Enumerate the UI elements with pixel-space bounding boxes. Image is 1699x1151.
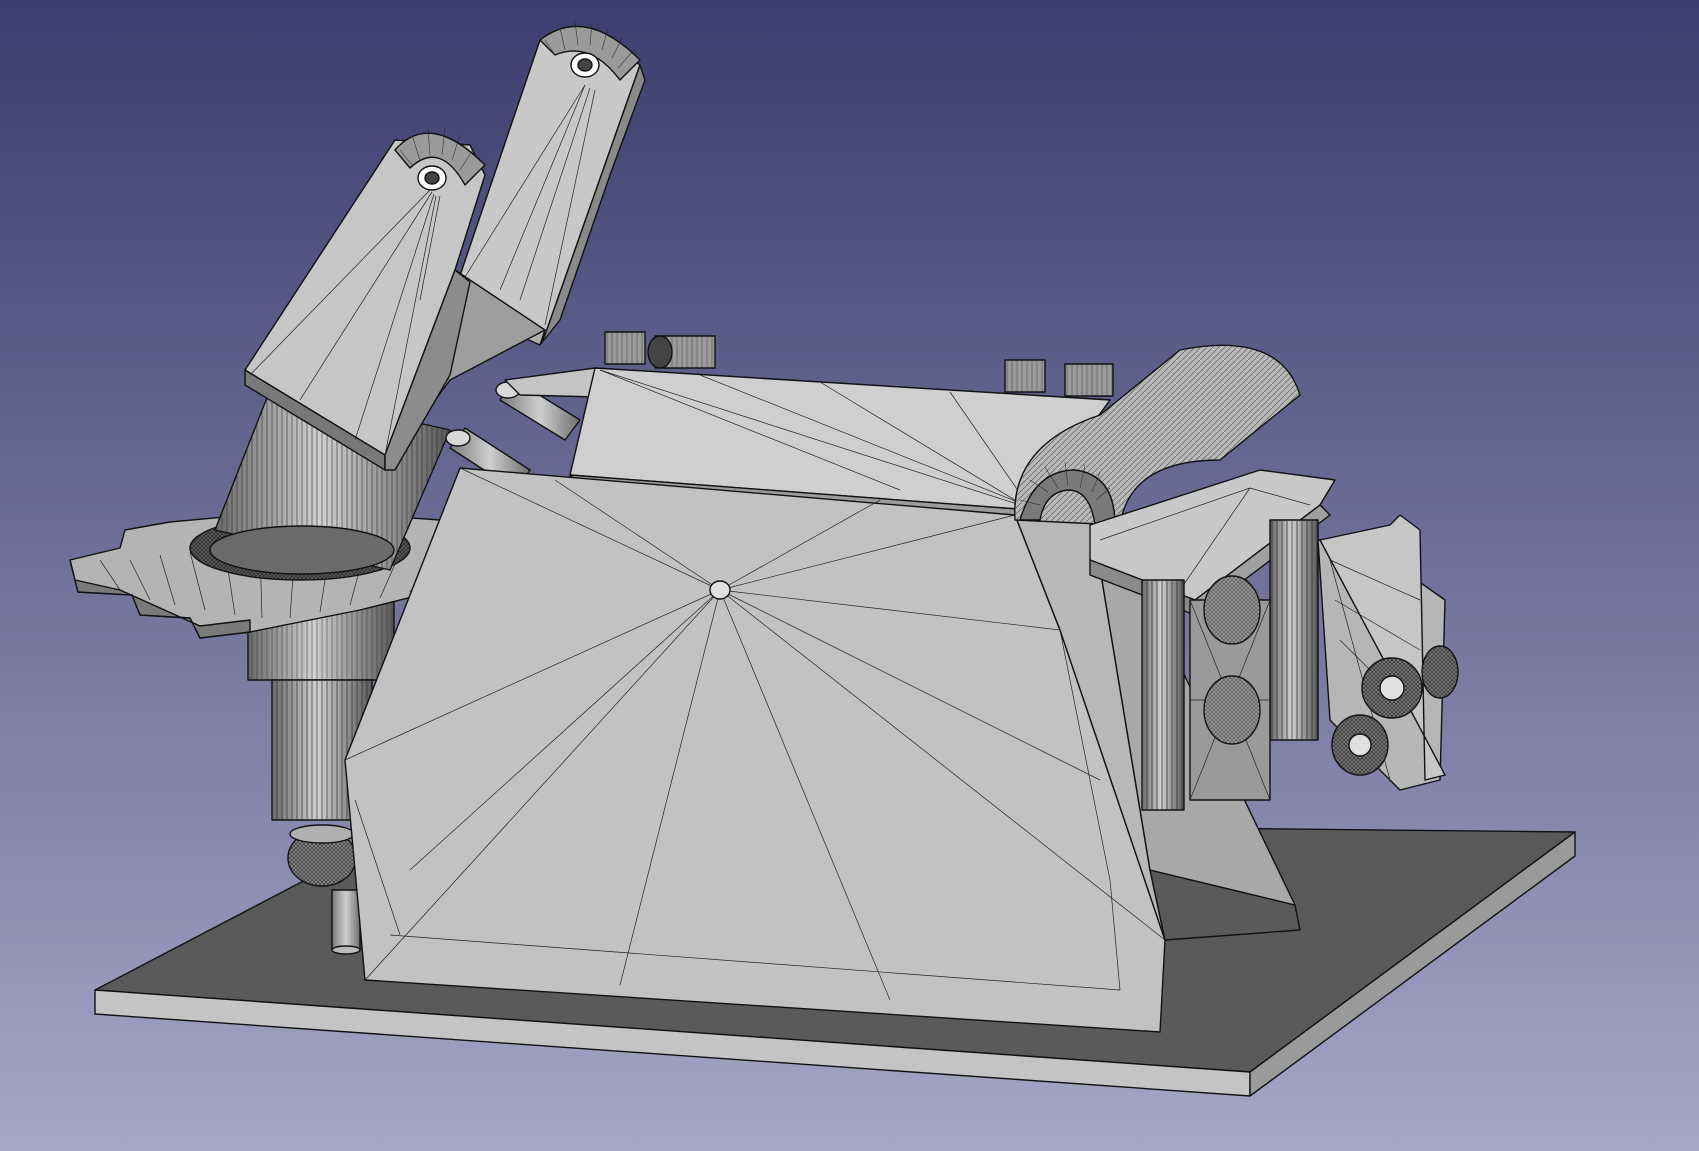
hinge-clips-left[interactable] [604,331,716,369]
3d-viewport[interactable] [0,0,1699,1151]
